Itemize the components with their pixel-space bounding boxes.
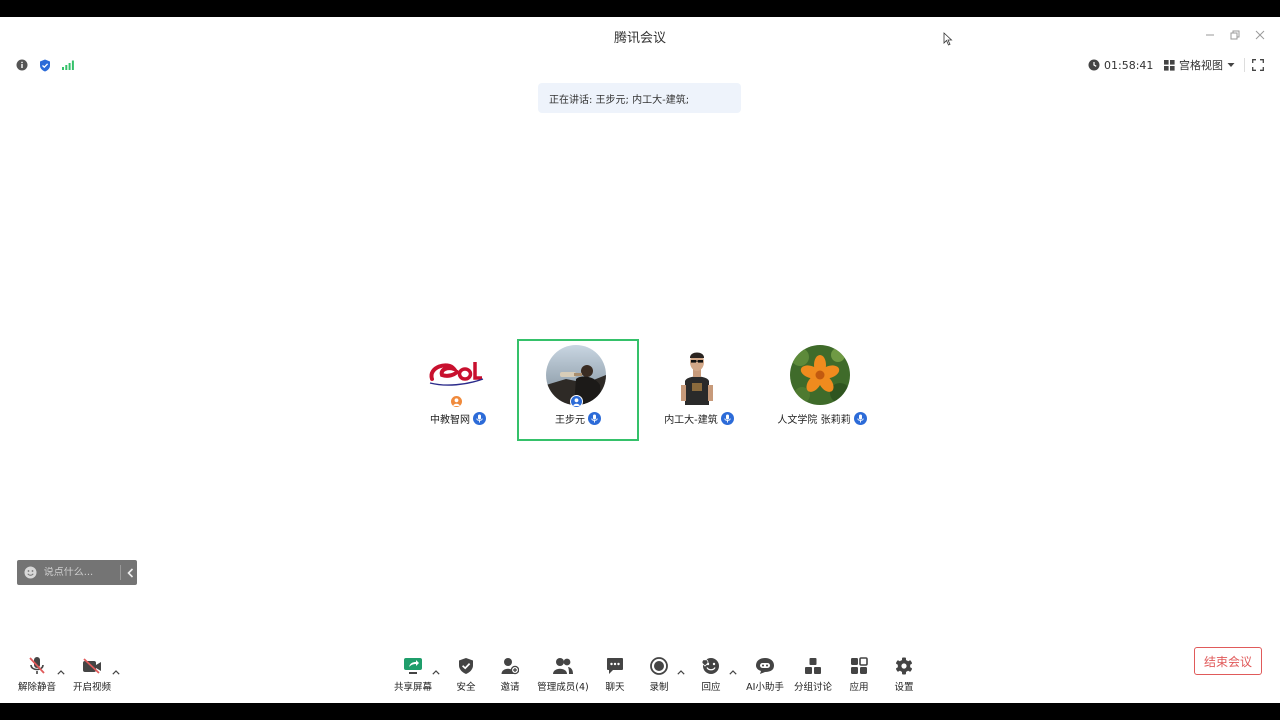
window-title: 腾讯会议 (613, 31, 666, 46)
mic-muted-icon (26, 655, 48, 677)
cohost-badge-icon (570, 395, 583, 408)
invite-button[interactable]: 邀请 (492, 655, 528, 693)
apps-label: 应用 (849, 682, 869, 693)
invite-icon (499, 655, 521, 677)
mic-icon (473, 412, 486, 425)
manage-members-button[interactable]: 管理成员(4) (536, 655, 590, 693)
emoji-icon[interactable] (17, 566, 44, 579)
view-mode-label: 宫格视图 (1179, 59, 1223, 72)
unmute-button[interactable]: 解除静音 (16, 655, 58, 693)
unmute-label: 解除静音 (17, 682, 56, 693)
chat-label: 聊天 (605, 682, 625, 693)
info-icon[interactable] (14, 57, 30, 73)
minimize-icon[interactable] (1200, 26, 1220, 44)
chat-icon (604, 655, 626, 677)
chevron-up-icon[interactable] (111, 667, 121, 677)
meeting-window: 腾讯会议 01:58:41 宫格视图 正在讲话: 王步元; 内工大-建筑; 中教… (0, 17, 1280, 703)
close-icon[interactable] (1250, 26, 1270, 44)
mouse-cursor-icon (943, 32, 953, 49)
chevron-up-icon[interactable] (56, 667, 66, 677)
chat-button[interactable]: 聊天 (597, 655, 633, 693)
security-button[interactable]: 安全 (448, 655, 484, 693)
settings-button[interactable]: 设置 (886, 655, 922, 693)
bottom-toolbar: 解除静音 开启视频 共享屏幕 安全 邀请 管理成员(4) 聊天 录制 回应 AI… (0, 647, 1280, 703)
view-mode-selector[interactable]: 宫格视图 (1164, 57, 1235, 73)
breakout-icon (802, 655, 824, 677)
start-video-label: 开启视频 (72, 682, 111, 693)
record-icon (648, 655, 670, 677)
reaction-icon (700, 655, 722, 677)
mic-icon (720, 412, 734, 425)
signal-strength-icon[interactable] (60, 57, 76, 73)
info-bar: 01:58:41 宫格视图 (0, 53, 1280, 77)
chevron-up-icon[interactable] (676, 667, 686, 677)
security-shield-icon[interactable] (37, 57, 53, 73)
participant-tile-active[interactable]: 王步元 (517, 339, 639, 441)
reaction-label: 回应 (701, 682, 721, 693)
apps-icon (848, 655, 870, 677)
restore-icon[interactable] (1225, 26, 1245, 44)
record-button[interactable]: 录制 (641, 655, 677, 693)
timer-text: 01:58:41 (1104, 58, 1154, 72)
mic-icon (853, 412, 867, 425)
quick-chat-box (17, 560, 137, 585)
ai-assistant-icon (754, 655, 776, 677)
divider (119, 565, 121, 580)
chevron-up-icon[interactable] (728, 667, 738, 677)
share-screen-label: 共享屏幕 (393, 682, 432, 693)
host-badge-icon (450, 395, 463, 408)
ai-assistant-label: AI小助手 (746, 682, 784, 693)
camera-off-icon (81, 655, 103, 677)
title-bar: 腾讯会议 (0, 17, 1280, 53)
grid-view-icon (1164, 59, 1175, 71)
photo-avatar-flower (790, 345, 850, 405)
manage-members-label: 管理成员(4) (537, 682, 589, 693)
photo-avatar-man (667, 345, 727, 405)
collapse-chevron-icon[interactable] (124, 567, 137, 578)
members-icon (552, 655, 574, 677)
participant-name: 王步元 (519, 411, 637, 426)
fullscreen-icon[interactable] (1250, 57, 1266, 73)
participant-tile[interactable]: 内工大-建筑 (638, 339, 760, 441)
participant-name-text: 内工大-建筑 (664, 415, 718, 426)
breakout-rooms-label: 分组讨论 (793, 682, 832, 693)
participant-name: 中教智网 (397, 411, 519, 426)
share-screen-icon (402, 655, 424, 677)
clock-icon (1088, 59, 1100, 71)
speaking-indicator: 正在讲话: 王步元; 内工大-建筑; (538, 83, 741, 113)
end-meeting-button[interactable]: 结束会议 (1194, 647, 1262, 675)
apps-button[interactable]: 应用 (841, 655, 877, 693)
participant-name-text: 王步元 (555, 415, 585, 426)
participant-name-text: 人文学院 张莉莉 (777, 415, 851, 426)
ai-assistant-button[interactable]: AI小助手 (743, 655, 787, 693)
meeting-timer: 01:58:41 (1088, 57, 1153, 73)
dropdown-caret-icon (1227, 63, 1235, 67)
shield-icon (455, 655, 477, 677)
settings-icon (893, 655, 915, 677)
participant-name: 人文学院 张莉莉 (761, 411, 883, 426)
mic-icon (588, 412, 601, 425)
record-label: 录制 (649, 682, 669, 693)
participant-tile[interactable]: 人文学院 张莉莉 (761, 339, 883, 441)
reaction-button[interactable]: 回应 (693, 655, 729, 693)
share-screen-button[interactable]: 共享屏幕 (392, 655, 434, 693)
chevron-up-icon[interactable] (431, 667, 441, 677)
participant-name-text: 中教智网 (430, 415, 470, 426)
participant-tile[interactable]: 中教智网 (397, 339, 519, 441)
invite-label: 邀请 (500, 682, 520, 693)
quick-chat-input[interactable] (43, 567, 108, 578)
settings-label: 设置 (894, 682, 914, 693)
participant-name: 内工大-建筑 (638, 411, 760, 426)
breakout-rooms-button[interactable]: 分组讨论 (792, 655, 834, 693)
divider (1244, 58, 1245, 72)
security-label: 安全 (456, 682, 476, 693)
start-video-button[interactable]: 开启视频 (71, 655, 113, 693)
